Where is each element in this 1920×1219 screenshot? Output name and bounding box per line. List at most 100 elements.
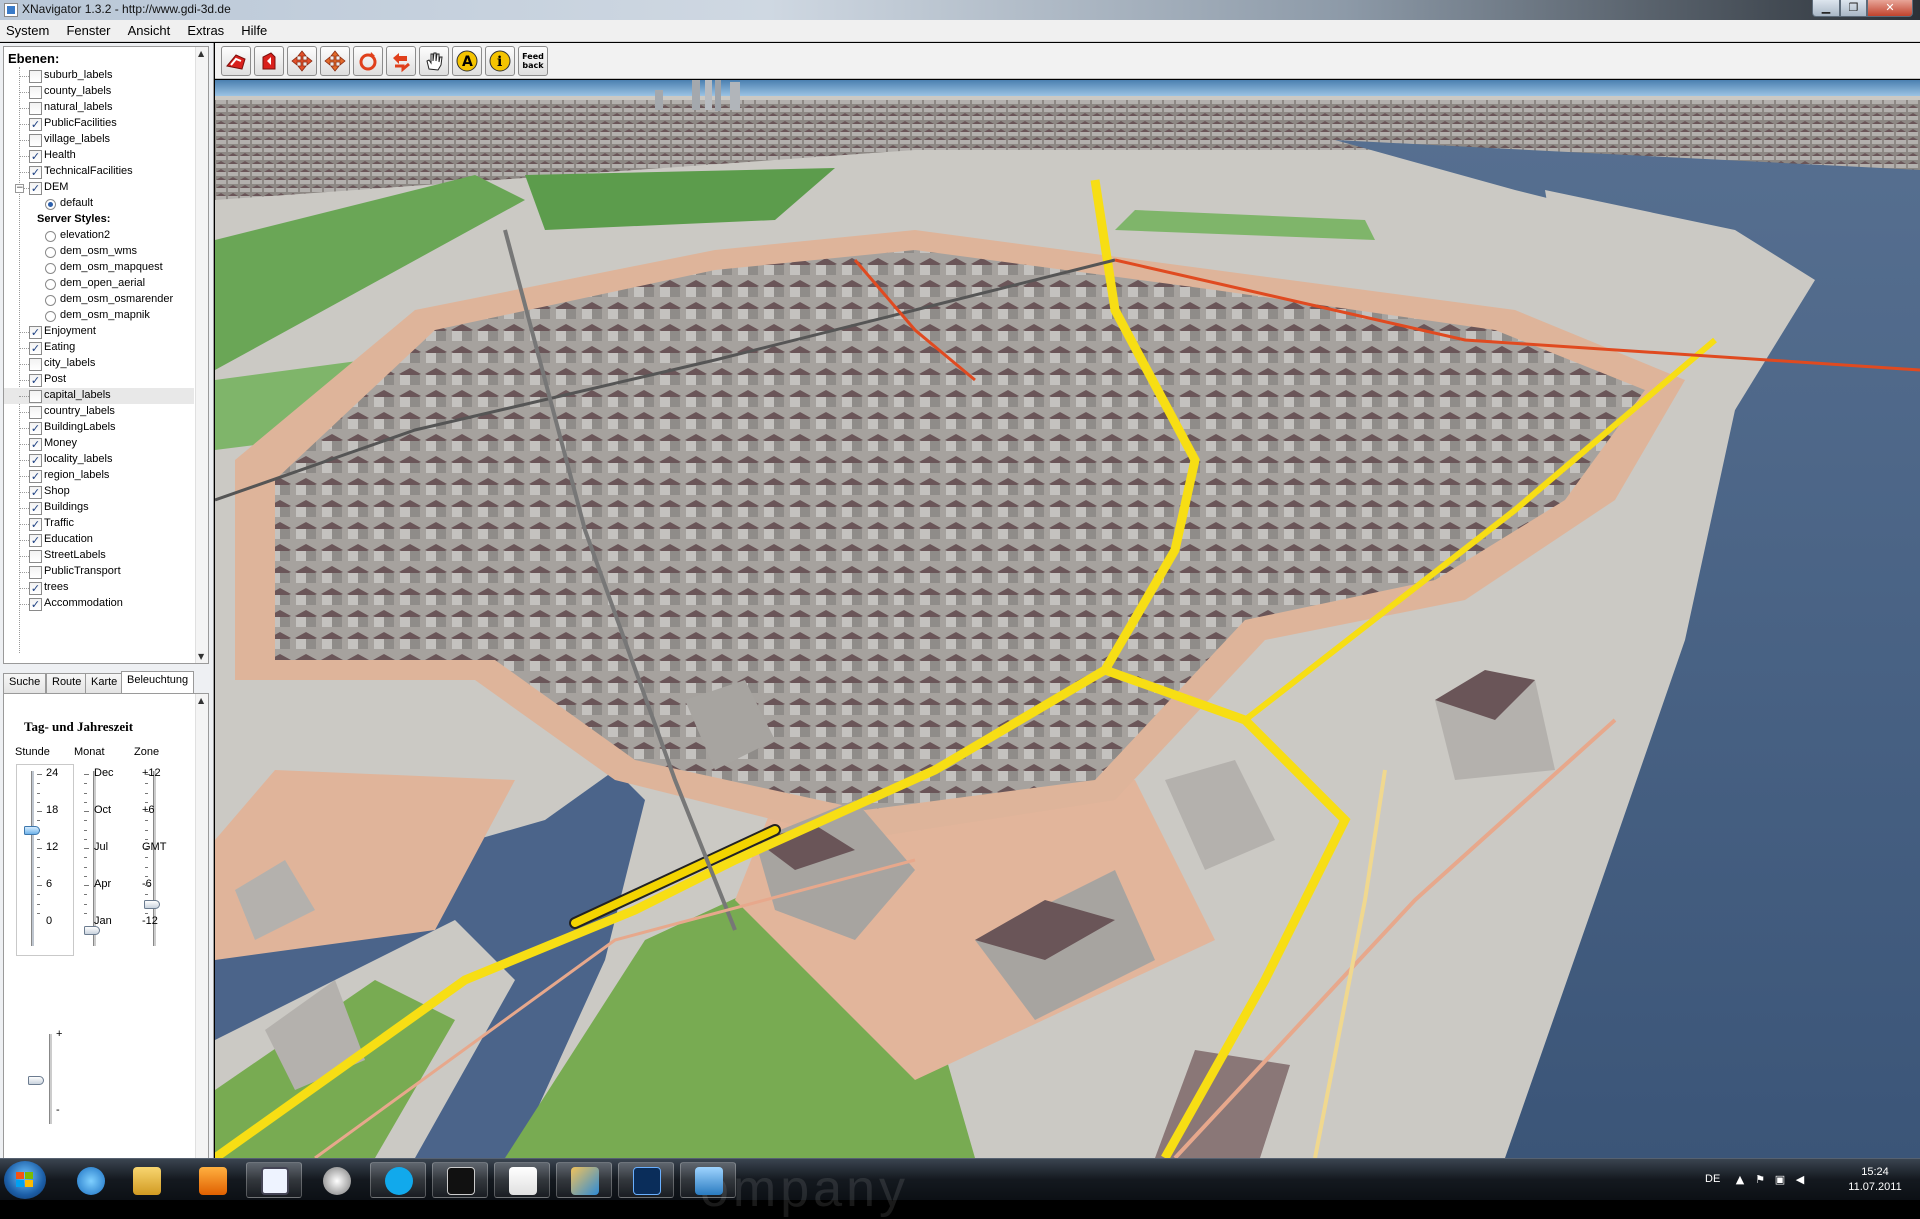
close-button[interactable]: ✕: [1867, 0, 1913, 17]
network-icon[interactable]: ▣: [1773, 1173, 1787, 1187]
layer-item[interactable]: ✓ Health: [4, 148, 194, 164]
collapse-icon[interactable]: −: [15, 184, 24, 193]
layer-checkbox[interactable]: [29, 102, 42, 115]
layer-item[interactable]: elevation2: [4, 228, 194, 244]
layer-checkbox[interactable]: ✓: [29, 470, 42, 483]
layer-checkbox[interactable]: ✓: [29, 518, 42, 531]
rotate-button[interactable]: [353, 46, 383, 76]
tab-beleuchtung[interactable]: Beleuchtung: [121, 671, 195, 693]
scroll-down-icon[interactable]: ▼: [198, 652, 204, 661]
taskbar-skype[interactable]: [370, 1162, 426, 1198]
menu-ansicht[interactable]: Ansicht: [122, 21, 177, 40]
layer-item[interactable]: − ✓ DEM: [4, 180, 194, 196]
tab-suche[interactable]: Suche: [3, 673, 47, 693]
layer-item[interactable]: ✓ Education: [4, 532, 194, 548]
taskbar-notepad[interactable]: [246, 1162, 302, 1198]
layer-checkbox[interactable]: [29, 86, 42, 99]
layer-item[interactable]: ✓ locality_labels: [4, 452, 194, 468]
layer-style-radio[interactable]: [45, 311, 56, 322]
feedback-button[interactable]: Feed back: [518, 46, 548, 76]
menu-hilfe[interactable]: Hilfe: [235, 21, 273, 40]
info-button[interactable]: i: [485, 46, 515, 76]
layer-style-radio[interactable]: [45, 295, 56, 306]
undo-button[interactable]: [386, 46, 416, 76]
layers-scrollbar[interactable]: ▲ ▼: [195, 47, 208, 663]
tray-expand-icon[interactable]: ▲: [1733, 1173, 1747, 1187]
taskbar-ie[interactable]: [62, 1162, 118, 1198]
taskbar-cmd[interactable]: [432, 1162, 488, 1198]
layer-checkbox[interactable]: ✓: [29, 502, 42, 515]
scroll-up-icon[interactable]: ▲: [198, 49, 204, 58]
clock[interactable]: 15:24 11.07.2011: [1840, 1165, 1910, 1195]
layer-item[interactable]: ✓ PublicFacilities: [4, 116, 194, 132]
layer-item[interactable]: PublicTransport: [4, 564, 194, 580]
layer-checkbox[interactable]: [29, 406, 42, 419]
volume-icon[interactable]: ◀: [1793, 1173, 1807, 1187]
back-button[interactable]: [254, 46, 284, 76]
maximize-button[interactable]: ❐: [1840, 0, 1867, 17]
layer-item[interactable]: city_labels: [4, 356, 194, 372]
layer-checkbox[interactable]: ✓: [29, 486, 42, 499]
layer-item[interactable]: ✓ Enjoyment: [4, 324, 194, 340]
layer-checkbox[interactable]: ✓: [29, 166, 42, 179]
layer-checkbox[interactable]: ✓: [29, 422, 42, 435]
layer-checkbox[interactable]: ✓: [29, 182, 42, 195]
layer-checkbox[interactable]: ✓: [29, 534, 42, 547]
layer-style-radio[interactable]: [45, 247, 56, 258]
taskbar-media[interactable]: [184, 1162, 240, 1198]
taskbar-photoshop[interactable]: [618, 1162, 674, 1198]
pan-button[interactable]: [287, 46, 317, 76]
layer-item[interactable]: country_labels: [4, 404, 194, 420]
layer-item[interactable]: ✓ TechnicalFacilities: [4, 164, 194, 180]
layer-item[interactable]: StreetLabels: [4, 548, 194, 564]
tab-karte[interactable]: Karte: [85, 673, 124, 693]
minimize-button[interactable]: ▁: [1812, 0, 1840, 17]
layer-checkbox[interactable]: ✓: [29, 326, 42, 339]
action-center-flag-icon[interactable]: ⚑: [1753, 1173, 1767, 1187]
layer-style-radio[interactable]: [45, 231, 56, 242]
layer-checkbox[interactable]: ✓: [29, 118, 42, 131]
move-button[interactable]: [320, 46, 350, 76]
menu-system[interactable]: System: [0, 21, 55, 40]
layer-style-radio[interactable]: [45, 279, 56, 290]
layer-item[interactable]: dem_osm_wms: [4, 244, 194, 260]
layer-checkbox[interactable]: ✓: [29, 598, 42, 611]
layer-item[interactable]: village_labels: [4, 132, 194, 148]
layer-item[interactable]: ✓ Traffic: [4, 516, 194, 532]
layer-item[interactable]: ✓ BuildingLabels: [4, 420, 194, 436]
layer-item[interactable]: Server Styles:: [4, 212, 194, 228]
taskbar-image-viewer[interactable]: [680, 1162, 736, 1198]
layer-item[interactable]: ✓ Accommodation: [4, 596, 194, 612]
taskbar-vm[interactable]: [308, 1162, 364, 1198]
taskbar-paint[interactable]: [556, 1162, 612, 1198]
layer-item[interactable]: dem_osm_mapnik: [4, 308, 194, 324]
layer-checkbox[interactable]: ✓: [29, 342, 42, 355]
hand-tool-button[interactable]: [419, 46, 449, 76]
layer-item[interactable]: default: [4, 196, 194, 212]
layer-item[interactable]: dem_open_aerial: [4, 276, 194, 292]
layer-checkbox[interactable]: ✓: [29, 582, 42, 595]
layer-checkbox[interactable]: ✓: [29, 454, 42, 467]
layer-checkbox[interactable]: [29, 134, 42, 147]
layer-checkbox[interactable]: ✓: [29, 374, 42, 387]
menu-fenster[interactable]: Fenster: [60, 21, 116, 40]
layer-item[interactable]: ✓ Buildings: [4, 500, 194, 516]
layer-item[interactable]: county_labels: [4, 84, 194, 100]
language-indicator[interactable]: DE: [1705, 1173, 1720, 1185]
layer-checkbox[interactable]: [29, 550, 42, 563]
menu-extras[interactable]: Extras: [181, 21, 230, 40]
layer-item[interactable]: dem_osm_mapquest: [4, 260, 194, 276]
stunde-slider[interactable]: [31, 771, 34, 946]
label-button[interactable]: A: [452, 46, 482, 76]
layer-item[interactable]: natural_labels: [4, 100, 194, 116]
taskbar-java[interactable]: [494, 1162, 550, 1198]
taskbar-explorer[interactable]: [118, 1162, 174, 1198]
layer-item[interactable]: dem_osm_osmarender: [4, 292, 194, 308]
layer-item[interactable]: ✓ trees: [4, 580, 194, 596]
layer-item[interactable]: capital_labels: [4, 388, 194, 404]
layer-item[interactable]: suburb_labels: [4, 68, 194, 84]
zone-slider-thumb[interactable]: [144, 900, 160, 909]
layer-checkbox[interactable]: [29, 566, 42, 579]
layer-checkbox[interactable]: ✓: [29, 438, 42, 451]
layer-item[interactable]: ✓ Money: [4, 436, 194, 452]
